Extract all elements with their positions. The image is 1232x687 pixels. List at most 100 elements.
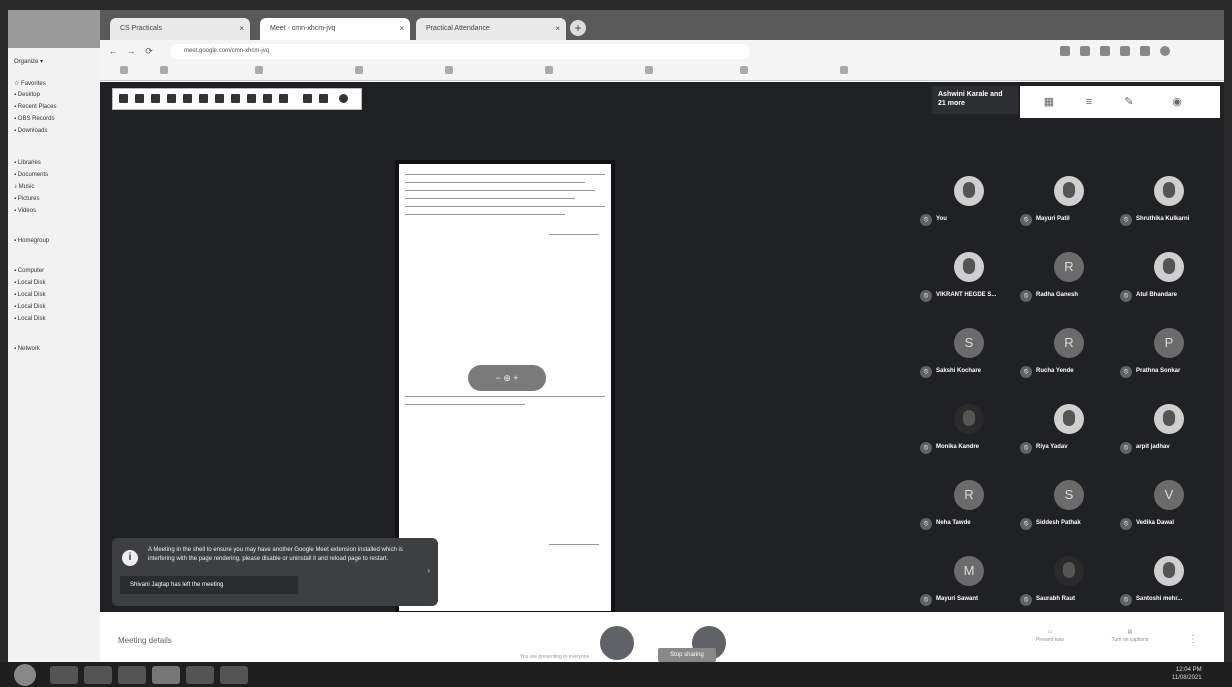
browser-tab-active[interactable]: Meet - cmn-xhcm-jvq × [260,18,410,40]
settings-icon[interactable] [319,94,328,103]
chat-icon[interactable]: ✎ [1122,96,1136,108]
participant-tile[interactable]: ⦸ Mayuri Patil [1018,172,1118,242]
extension-icon[interactable] [1120,46,1130,56]
avatar [954,252,984,282]
participants-header[interactable]: Ashwini Karale and 21 more [932,86,1018,114]
close-icon[interactable]: × [399,18,404,40]
participant-tile[interactable]: ⦸ arpit jadhav [1118,400,1218,470]
forward-icon[interactable]: → [124,44,138,58]
bookmark-icon[interactable] [255,66,263,74]
explorer-item[interactable]: ▪ Local Disk [14,292,45,298]
reload-icon[interactable]: ⟳ [142,44,156,58]
bookmark-icon[interactable] [160,66,168,74]
captions-button[interactable]: ▤ Turn on captions [1100,628,1160,644]
media-icon[interactable] [118,666,146,684]
pen-icon[interactable] [119,94,128,103]
chrome-icon[interactable] [152,666,180,684]
grid-icon[interactable]: ▦ [1042,96,1056,108]
arrow-icon[interactable] [151,94,160,103]
minimize-icon[interactable] [303,94,312,103]
participant-tile[interactable]: ⦸ Riya Yadav [1018,400,1118,470]
explorer-item[interactable]: ▪ Pictures [14,196,39,202]
participant-tile[interactable]: ⦸ Monika Kandre [918,400,1018,470]
account-icon[interactable]: ◉ [1170,96,1184,108]
bookmark-icon[interactable] [740,66,748,74]
explorer-item[interactable]: ▪ Downloads [14,128,47,134]
system-clock[interactable]: 12:04 PM 11/08/2021 [1172,666,1202,682]
bookmark-icon[interactable] [120,66,128,74]
mic-off-icon: ⦸ [920,366,932,378]
redo-icon[interactable] [231,94,240,103]
participant-tile[interactable]: V ⦸ Vedika Dawal [1118,476,1218,546]
bookmark-icon[interactable] [645,66,653,74]
participant-tile[interactable]: R ⦸ Radha Ganesh [1018,248,1118,318]
app-icon[interactable] [220,666,248,684]
clear-icon[interactable] [263,94,272,103]
explorer-item[interactable]: ▪ OBS Records [14,116,54,122]
explorer-item[interactable]: ▪ Homegroup [14,238,49,244]
zoom-control[interactable]: − ⊕ + [468,365,546,391]
mic-off-icon: ⦸ [1120,594,1132,606]
explorer-item[interactable]: ▪ Recent Places [14,104,56,110]
address-bar[interactable]: meet.google.com/cmn-xhcm-jvq [170,44,750,59]
bookmark-icon[interactable] [445,66,453,74]
bookmark-icon[interactable] [355,66,363,74]
back-icon[interactable]: ← [106,44,120,58]
explorer-item[interactable]: ☆ Favorites [14,80,46,87]
participant-tile[interactable]: ⦸ VIKRANT HEGDE S... [918,248,1018,318]
eraser-icon[interactable] [167,94,176,103]
present-now-button[interactable]: ▭ Present now [1020,628,1080,644]
extension-icon[interactable] [1060,46,1070,56]
browser-tab[interactable]: Practical Attendance × [416,18,566,40]
undo-icon[interactable] [215,94,224,103]
explorer-item[interactable]: ▪ Videos [14,208,36,214]
participant-tile[interactable]: ⦸ Shruthika Kulkarni [1118,172,1218,242]
color-icon[interactable] [247,94,256,103]
participant-tile[interactable]: ⦸ You [918,172,1018,242]
explorer-item[interactable]: ▪ Libraries [14,160,41,166]
explorer-item[interactable]: ▪ Local Disk [14,304,45,310]
participant-tile[interactable]: R ⦸ Neha Tawde [918,476,1018,546]
meeting-details-button[interactable]: Meeting details [118,636,172,645]
explorer-item[interactable]: ▪ Desktop [14,92,40,98]
explorer-item[interactable]: ▪ Computer [14,268,44,274]
participant-tile[interactable]: S ⦸ Siddesh Pathak [1018,476,1118,546]
text-icon[interactable] [199,94,208,103]
explorer-item[interactable]: Organize ▾ [14,58,43,65]
avatar: S [954,328,984,358]
info-icon[interactable]: ≡ [1082,96,1096,108]
toast-message: A Meeting in the shell to ensure you may… [148,547,403,562]
explorer-item[interactable]: ♪ Music [14,184,34,190]
participant-tile[interactable]: S ⦸ Sakshi Kochare [918,324,1018,394]
stop-sharing-button[interactable]: Stop sharing [658,648,716,662]
profile-icon[interactable] [1160,46,1170,56]
mic-off-icon: ⦸ [1120,214,1132,226]
close-icon[interactable] [339,94,348,103]
close-icon[interactable]: × [239,18,244,40]
participant-tile[interactable]: ⦸ Atul Bhandare [1118,248,1218,318]
explorer-item[interactable]: ▪ Local Disk [14,316,45,322]
shape-icon[interactable] [183,94,192,103]
explorer-item[interactable]: ▪ Network [14,346,40,352]
start-button[interactable] [14,664,36,686]
bookmark-icon[interactable] [545,66,553,74]
close-icon[interactable]: × [555,18,560,40]
folder-icon[interactable] [186,666,214,684]
close-icon[interactable]: › [427,566,430,575]
extension-icon[interactable] [1080,46,1090,56]
participant-tile[interactable]: R ⦸ Rucha Yende [1018,324,1118,394]
extension-icon[interactable] [1100,46,1110,56]
participant-tile[interactable]: P ⦸ Prathna Sonkar [1118,324,1218,394]
marker-icon[interactable] [135,94,144,103]
participant-name: Monika Kandre [936,444,980,450]
explorer-item[interactable]: ▪ Documents [14,172,48,178]
save-icon[interactable] [279,94,288,103]
new-tab-button[interactable]: + [570,20,586,36]
explorer-icon[interactable] [84,666,112,684]
extension-icon[interactable] [1140,46,1150,56]
ie-icon[interactable] [50,666,78,684]
browser-tab[interactable]: CS Practicals × [110,18,250,40]
more-options-icon[interactable]: ⋮ [1188,634,1198,645]
explorer-item[interactable]: ▪ Local Disk [14,280,45,286]
bookmark-icon[interactable] [840,66,848,74]
